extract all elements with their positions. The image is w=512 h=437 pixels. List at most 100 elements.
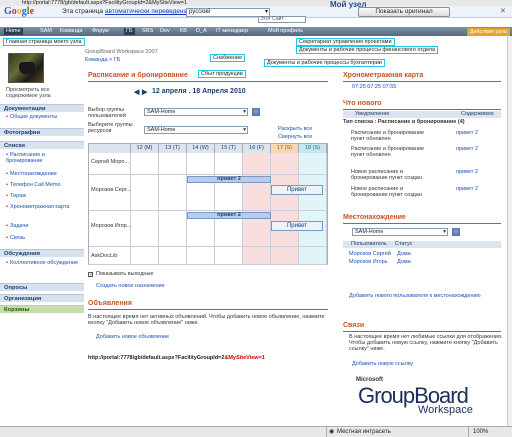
- whats-new-group[interactable]: Тип списка : Расписание и бронирование (…: [343, 119, 501, 125]
- grid-day-header-sat[interactable]: 17 (S): [271, 144, 299, 153]
- nav-gb[interactable]: ГБ: [124, 28, 135, 35]
- location-select[interactable]: SAM-Home: [352, 228, 448, 236]
- whats-new-target[interactable]: привет 2: [456, 130, 478, 136]
- nav-it-manager[interactable]: IT менеджер: [216, 28, 248, 35]
- left-section-recycle-bin[interactable]: Корзины: [0, 305, 84, 313]
- my-site-label: Мой узел: [330, 0, 367, 9]
- location-status[interactable]: Дома: [397, 251, 411, 257]
- translate-prefix: Эта страница: [62, 8, 104, 15]
- security-zone: ◉ Местная интрасеть: [326, 427, 416, 437]
- whats-new-item: Новое расписание и бронирование пункт со…: [351, 169, 422, 181]
- next-week-icon[interactable]: ▶: [142, 88, 147, 96]
- vertical-scrollbar[interactable]: [507, 36, 512, 426]
- row-name[interactable]: Сергей Моро...: [91, 159, 129, 165]
- whats-new-target[interactable]: привет 2: [456, 146, 478, 152]
- calendar-header: ◀ ▶ 12 апреля . 18 Апреля 2010: [88, 88, 328, 99]
- nav-team[interactable]: Команда: [60, 28, 82, 35]
- col-content: Содержимое: [461, 111, 494, 117]
- close-icon[interactable]: ✕: [500, 7, 506, 15]
- nav-da[interactable]: D_A: [196, 28, 207, 35]
- users-icon[interactable]: ⚇: [252, 108, 260, 116]
- nav-kv[interactable]: КВ: [180, 28, 187, 35]
- tooltip-supply: Снабжение: [210, 54, 246, 62]
- event-button[interactable]: Привет: [271, 185, 323, 195]
- grid-day-header[interactable]: 12 (M): [131, 144, 159, 153]
- timecard-time[interactable]: 07:25 07:25 07:55: [352, 84, 396, 90]
- collapse-all-link[interactable]: Свернуть все: [278, 134, 312, 140]
- location-status[interactable]: Дома: [397, 259, 411, 265]
- left-link-tasks[interactable]: Задачи: [6, 223, 82, 229]
- left-section-photos[interactable]: Фотографии: [0, 128, 84, 136]
- row-name[interactable]: Морозов Серг...: [91, 187, 131, 193]
- prev-week-icon[interactable]: ◀: [134, 88, 139, 96]
- view-all-content-link[interactable]: Просмотреть все содержимое узла: [6, 87, 82, 99]
- nav-forum[interactable]: Форум: [92, 28, 109, 35]
- show-weekends-checkbox[interactable]: ✓: [88, 272, 93, 278]
- nav-srs[interactable]: SRS: [142, 28, 153, 35]
- event-button[interactable]: Привет: [271, 221, 323, 231]
- timecard-rule: [343, 81, 501, 82]
- row-name[interactable]: AskDocLib: [91, 253, 117, 259]
- whats-new-target[interactable]: привет 2: [456, 186, 478, 192]
- show-original-button[interactable]: Показать оригинал: [358, 7, 450, 17]
- left-link-team-discussion[interactable]: Коллективное обсуждение: [6, 260, 82, 266]
- nav-sam[interactable]: SAM: [40, 28, 52, 35]
- grid-day-header[interactable]: 14 (W): [187, 144, 215, 153]
- left-link-shared-docs[interactable]: Общие документы: [6, 114, 82, 120]
- left-link-timecard[interactable]: Хронометражная карта: [6, 204, 82, 210]
- left-link-schedule[interactable]: Расписание и бронирование: [6, 152, 82, 164]
- location-user[interactable]: Морозов Игорь: [349, 259, 388, 265]
- event-bar[interactable]: привет 2: [187, 176, 271, 183]
- schedule-title[interactable]: Расписание и бронирование: [88, 72, 188, 79]
- tooltip-accounting-docs: Документы и рабочие процессы бухгалтерии: [264, 59, 385, 67]
- announcements-title[interactable]: Объявления: [88, 300, 132, 307]
- left-link-location[interactable]: Местонахождение: [6, 171, 82, 177]
- whats-new-rule: [343, 109, 501, 110]
- grid-day-header-sun[interactable]: 18 (S): [299, 144, 327, 153]
- nav-home[interactable]: Home: [4, 28, 23, 35]
- grid-day-header[interactable]: 16 (F): [243, 144, 271, 153]
- location-user[interactable]: Морозов Сергей: [349, 251, 391, 257]
- translate-auto-link[interactable]: автоматически переведена: [105, 8, 187, 15]
- event-bar[interactable]: привет 2: [187, 212, 271, 219]
- links-rule: [343, 331, 501, 332]
- timecard-title[interactable]: Хронометражная карта: [343, 72, 423, 79]
- users-icon[interactable]: ⚇: [452, 228, 460, 236]
- left-section-organization[interactable]: Организация: [0, 294, 84, 302]
- resource-group-select[interactable]: SAM-Home: [144, 126, 248, 134]
- add-location-user-link[interactable]: Добавить нового пользователя к местонахо…: [349, 293, 499, 299]
- top-nav: Home SAM Команда Форум ГБ SRS Dev КВ D_A…: [0, 27, 512, 36]
- grid-day-header[interactable]: 15 (T): [215, 144, 243, 153]
- left-link-circulation[interactable]: Тираж: [6, 193, 82, 199]
- expand-all-link[interactable]: Раскрыть все: [278, 126, 312, 132]
- table-row: AskDocLib: [89, 247, 327, 265]
- site-title: GroupBoard Workspace 2007: [85, 49, 158, 55]
- add-link-link[interactable]: Добавить новую ссылку: [352, 361, 413, 367]
- left-section-documents[interactable]: Документации: [0, 104, 84, 112]
- zoom-level[interactable]: 100%: [468, 427, 488, 437]
- left-section-lists[interactable]: Списки: [0, 141, 84, 149]
- site-actions-menu[interactable]: Действия узла: [466, 27, 510, 36]
- left-section-surveys[interactable]: Опросы: [0, 283, 84, 291]
- user-group-select[interactable]: SAM-Home: [144, 108, 248, 116]
- search-input[interactable]: Этот Сайт: [258, 16, 306, 23]
- whats-new-title[interactable]: Что нового: [343, 100, 382, 107]
- left-link-links[interactable]: Связь: [6, 235, 82, 241]
- grid-day-header[interactable]: 13 (T): [159, 144, 187, 153]
- left-link-call-memo[interactable]: Телефон Call Memo: [6, 182, 82, 188]
- location-title[interactable]: Местонахождение: [343, 214, 406, 221]
- nav-my-profile[interactable]: Мой профиль: [268, 28, 303, 35]
- schedule-grid: 12 (M) 13 (T) 14 (W) 15 (T) 16 (F) 17 (S…: [88, 143, 328, 265]
- breadcrumb[interactable]: Команда > ГБ: [85, 57, 120, 63]
- row-name[interactable]: Морозов Игор...: [91, 223, 131, 229]
- whats-new-target[interactable]: привет 2: [456, 169, 478, 175]
- add-booking-link[interactable]: Создать новое назначение: [96, 283, 165, 289]
- left-section-discussions[interactable]: Обсуждения: [0, 249, 84, 257]
- location-header: Пользователь Статус: [343, 241, 501, 248]
- show-weekends-label: Показывать выходные: [96, 271, 154, 277]
- tooltip-finance-docs: Документы и рабочие процессы финансового…: [296, 46, 439, 54]
- user-group-label: Выбор группы пользователей: [88, 107, 126, 119]
- add-announcement-link[interactable]: Добавить новое объявление: [96, 334, 169, 340]
- links-title[interactable]: Связи: [343, 322, 364, 329]
- nav-dev[interactable]: Dev: [160, 28, 170, 35]
